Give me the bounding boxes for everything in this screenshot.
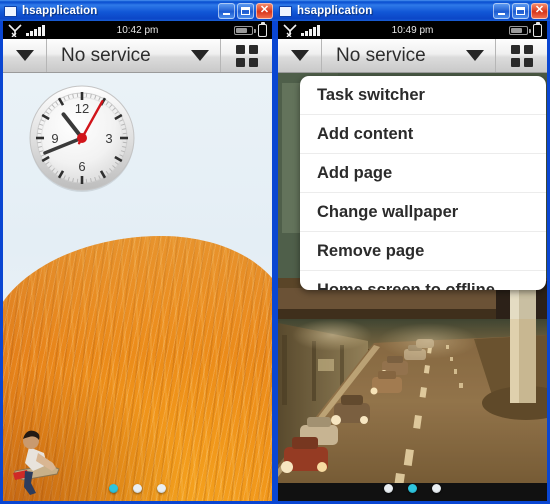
window-controls[interactable]: ✕ — [493, 3, 548, 19]
close-button[interactable]: ✕ — [256, 3, 273, 19]
minimize-button[interactable] — [218, 3, 235, 19]
desktop: hsapplication ✕ 10:42 pm No service 12 3… — [0, 0, 550, 504]
context-menu[interactable]: Task switcher Add content Add page Chang… — [300, 76, 546, 290]
app-grid-icon — [510, 44, 533, 67]
window-body-left: 10:42 pm No service 12 3 6 9 — [0, 21, 275, 504]
operator-label: No service — [61, 44, 151, 66]
window-title: hsapplication — [297, 5, 373, 17]
phone-screen-right: 10:49 pm No service Task switcher Add co… — [278, 21, 547, 501]
operator-menu-button[interactable] — [180, 39, 220, 72]
window-body-right: 10:49 pm No service Task switcher Add co… — [275, 21, 550, 504]
clock-numeral-9: 9 — [51, 131, 58, 146]
toolbar-left[interactable]: No service — [3, 39, 272, 73]
close-button[interactable]: ✕ — [531, 3, 548, 19]
menu-item-add-page[interactable]: Add page — [300, 154, 546, 193]
window-icon — [4, 5, 17, 17]
analog-clock-widget[interactable]: 12 3 6 9 — [26, 82, 138, 194]
battery-outline-icon — [258, 21, 267, 37]
page-indicator-left[interactable] — [3, 484, 272, 493]
page-dot-1[interactable] — [109, 484, 118, 493]
phone-screen-left: 10:42 pm No service 12 3 6 9 — [3, 21, 272, 501]
minimize-button[interactable] — [493, 3, 510, 19]
status-bar-left: 10:42 pm — [3, 21, 272, 39]
toolbar-right[interactable]: No service — [278, 39, 547, 73]
status-time: 10:49 pm — [391, 24, 434, 36]
page-dot-3[interactable] — [157, 484, 166, 493]
page-dot-2[interactable] — [133, 484, 142, 493]
app-grid-button[interactable] — [220, 39, 272, 72]
menu-item-add-content[interactable]: Add content — [300, 115, 546, 154]
battery-icon — [234, 25, 256, 35]
page-dot-1[interactable] — [384, 484, 393, 493]
page-dot-3[interactable] — [432, 484, 441, 493]
status-time: 10:42 pm — [116, 24, 159, 36]
battery-icon — [509, 25, 531, 35]
page-dot-2[interactable] — [408, 484, 417, 493]
window-title: hsapplication — [22, 5, 98, 17]
home-canvas-left[interactable]: 12 3 6 9 — [3, 73, 272, 501]
clock-center-cap — [77, 133, 87, 143]
status-menu-button[interactable] — [3, 39, 47, 72]
menu-item-task-switcher[interactable]: Task switcher — [300, 76, 546, 115]
menu-item-remove-page[interactable]: Remove page — [300, 232, 546, 271]
battery-outline-icon — [533, 21, 542, 37]
status-menu-button[interactable] — [278, 39, 322, 72]
window-icon — [279, 5, 292, 17]
app-grid-button[interactable] — [495, 39, 547, 72]
maximize-button[interactable] — [512, 3, 529, 19]
operator-label: No service — [336, 44, 426, 66]
titlebar-left[interactable]: hsapplication ✕ — [0, 0, 275, 21]
caret-down-icon — [15, 50, 34, 61]
clock-numeral-6: 6 — [78, 159, 85, 174]
window-controls[interactable]: ✕ — [218, 3, 273, 19]
clock-numeral-3: 3 — [105, 131, 112, 146]
page-indicator-right[interactable] — [278, 484, 547, 493]
menu-item-change-wallpaper[interactable]: Change wallpaper — [300, 193, 546, 232]
app-grid-icon — [235, 44, 258, 67]
titlebar-right[interactable]: hsapplication ✕ — [275, 0, 550, 21]
caret-down-icon — [290, 50, 309, 61]
caret-down-icon — [466, 50, 484, 61]
maximize-button[interactable] — [237, 3, 254, 19]
menu-item-home-screen-to-offline[interactable]: Home screen to offline — [300, 271, 546, 290]
window-right[interactable]: hsapplication ✕ 10:49 pm No service Task… — [275, 0, 550, 504]
status-bar-right: 10:49 pm — [278, 21, 547, 39]
home-canvas-right[interactable]: Task switcher Add content Add page Chang… — [278, 73, 547, 501]
operator-menu-button[interactable] — [455, 39, 495, 72]
window-left[interactable]: hsapplication ✕ 10:42 pm No service 12 3… — [0, 0, 275, 504]
caret-down-icon — [191, 50, 209, 61]
clock-numeral-12: 12 — [75, 101, 89, 116]
